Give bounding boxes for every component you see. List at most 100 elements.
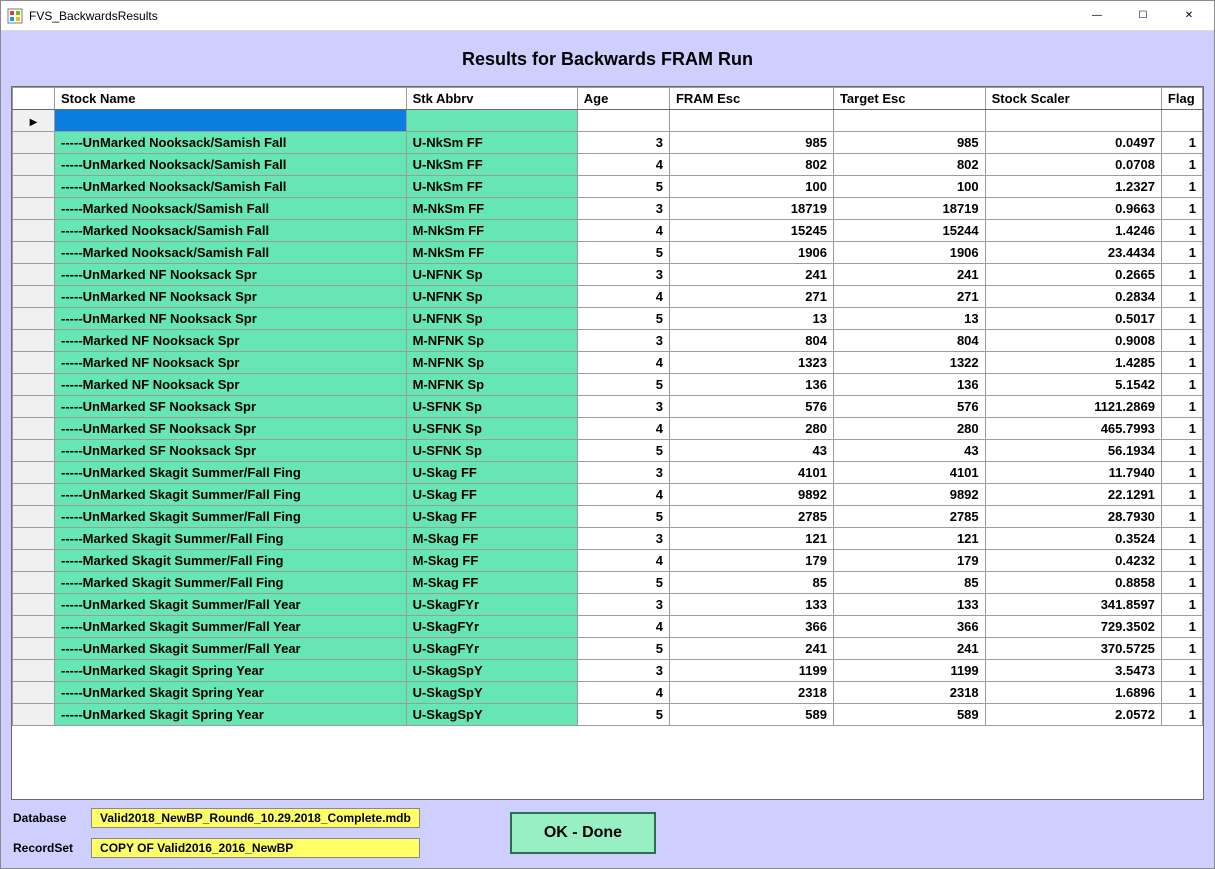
cell-stk-abbrv[interactable]: M-NkSm FF xyxy=(406,220,577,242)
close-button[interactable]: ✕ xyxy=(1166,1,1212,30)
cell-stock-scaler[interactable]: 729.3502 xyxy=(985,616,1161,638)
row-header[interactable] xyxy=(13,374,55,396)
cell-stk-abbrv[interactable]: M-NFNK Sp xyxy=(406,374,577,396)
cell-stk-abbrv[interactable]: U-Skag FF xyxy=(406,506,577,528)
cell-flag[interactable]: 1 xyxy=(1161,352,1202,374)
cell-age[interactable]: 5 xyxy=(577,638,669,660)
cell-flag[interactable]: 1 xyxy=(1161,396,1202,418)
cell-stock-name[interactable]: -----UnMarked Skagit Summer/Fall Year xyxy=(55,638,407,660)
cell-stock-name[interactable]: -----Marked Skagit Summer/Fall Fing xyxy=(55,550,407,572)
cell-flag[interactable]: 1 xyxy=(1161,550,1202,572)
col-stock-scaler[interactable]: Stock Scaler xyxy=(985,88,1161,110)
cell-stock-scaler[interactable]: 465.7993 xyxy=(985,418,1161,440)
row-header[interactable] xyxy=(13,704,55,726)
cell-stock-scaler[interactable]: 0.2834 xyxy=(985,286,1161,308)
row-header[interactable] xyxy=(13,198,55,220)
cell-stk-abbrv[interactable]: U-NFNK Sp xyxy=(406,264,577,286)
cell-age[interactable]: 5 xyxy=(577,308,669,330)
cell-target-esc[interactable]: 4101 xyxy=(833,462,985,484)
cell-target-esc[interactable]: 241 xyxy=(833,638,985,660)
cell-age[interactable]: 3 xyxy=(577,528,669,550)
cell-stock-scaler[interactable]: 0.9663 xyxy=(985,198,1161,220)
cell-age[interactable]: 4 xyxy=(577,682,669,704)
cell-fram-esc[interactable]: 13 xyxy=(669,308,833,330)
row-header[interactable] xyxy=(13,616,55,638)
cell-fram-esc[interactable]: 121 xyxy=(669,528,833,550)
table-row[interactable]: -----UnMarked Skagit Summer/Fall YearU-S… xyxy=(13,616,1203,638)
row-header[interactable] xyxy=(13,396,55,418)
cell-stock-name[interactable]: -----Marked NF Nooksack Spr xyxy=(55,330,407,352)
table-row[interactable]: -----UnMarked Skagit Spring YearU-SkagSp… xyxy=(13,660,1203,682)
cell-stock-name[interactable]: -----UnMarked SF Nooksack Spr xyxy=(55,440,407,462)
cell-fram-esc[interactable]: 2785 xyxy=(669,506,833,528)
row-header[interactable] xyxy=(13,506,55,528)
cell-age[interactable]: 3 xyxy=(577,198,669,220)
cell-fram-esc[interactable]: 2318 xyxy=(669,682,833,704)
cell-age[interactable]: 5 xyxy=(577,176,669,198)
row-header[interactable] xyxy=(13,440,55,462)
cell-fram-esc[interactable]: 4101 xyxy=(669,462,833,484)
cell-fram-esc[interactable]: 802 xyxy=(669,154,833,176)
cell-stock-scaler[interactable]: 11.7940 xyxy=(985,462,1161,484)
cell-age[interactable]: 3 xyxy=(577,660,669,682)
cell-stock-name[interactable]: -----UnMarked SF Nooksack Spr xyxy=(55,396,407,418)
cell-stock-scaler[interactable]: 0.2665 xyxy=(985,264,1161,286)
cell-target-esc[interactable]: 43 xyxy=(833,440,985,462)
cell-flag[interactable]: 1 xyxy=(1161,154,1202,176)
cell-fram-esc[interactable]: 1199 xyxy=(669,660,833,682)
table-row[interactable]: -----Marked Nooksack/Samish FallM-NkSm F… xyxy=(13,242,1203,264)
table-row[interactable] xyxy=(13,110,1203,132)
row-header[interactable] xyxy=(13,462,55,484)
table-row[interactable]: -----UnMarked Skagit Summer/Fall YearU-S… xyxy=(13,594,1203,616)
cell-age[interactable]: 3 xyxy=(577,264,669,286)
table-row[interactable]: -----Marked NF Nooksack SprM-NFNK Sp4132… xyxy=(13,352,1203,374)
cell-stk-abbrv[interactable]: U-SkagSpY xyxy=(406,704,577,726)
cell-stock-name[interactable]: -----UnMarked Skagit Summer/Fall Fing xyxy=(55,462,407,484)
cell-fram-esc[interactable]: 133 xyxy=(669,594,833,616)
cell-target-esc[interactable]: 1199 xyxy=(833,660,985,682)
cell-stock-name[interactable]: -----Marked NF Nooksack Spr xyxy=(55,374,407,396)
cell-age[interactable]: 5 xyxy=(577,704,669,726)
row-header[interactable] xyxy=(13,638,55,660)
cell-flag[interactable]: 1 xyxy=(1161,704,1202,726)
cell-stk-abbrv[interactable]: U-SkagFYr xyxy=(406,616,577,638)
cell-stk-abbrv[interactable] xyxy=(406,110,577,132)
cell-fram-esc[interactable]: 18719 xyxy=(669,198,833,220)
cell-stock-scaler[interactable]: 0.0708 xyxy=(985,154,1161,176)
cell-stk-abbrv[interactable]: M-NFNK Sp xyxy=(406,352,577,374)
cell-flag[interactable]: 1 xyxy=(1161,484,1202,506)
cell-flag[interactable]: 1 xyxy=(1161,132,1202,154)
cell-stock-scaler[interactable]: 0.9008 xyxy=(985,330,1161,352)
table-row[interactable]: -----Marked Nooksack/Samish FallM-NkSm F… xyxy=(13,198,1203,220)
cell-age[interactable]: 3 xyxy=(577,396,669,418)
cell-fram-esc[interactable]: 100 xyxy=(669,176,833,198)
table-row[interactable]: -----UnMarked NF Nooksack SprU-NFNK Sp42… xyxy=(13,286,1203,308)
table-row[interactable]: -----UnMarked Skagit Spring YearU-SkagSp… xyxy=(13,682,1203,704)
cell-stock-name[interactable]: -----UnMarked Nooksack/Samish Fall xyxy=(55,132,407,154)
cell-target-esc[interactable]: 576 xyxy=(833,396,985,418)
table-row[interactable]: -----UnMarked SF Nooksack SprU-SFNK Sp35… xyxy=(13,396,1203,418)
table-row[interactable]: -----UnMarked Skagit Summer/Fall FingU-S… xyxy=(13,484,1203,506)
cell-target-esc[interactable] xyxy=(833,110,985,132)
row-header[interactable] xyxy=(13,418,55,440)
cell-target-esc[interactable]: 2785 xyxy=(833,506,985,528)
cell-target-esc[interactable]: 179 xyxy=(833,550,985,572)
cell-flag[interactable]: 1 xyxy=(1161,308,1202,330)
table-row[interactable]: -----UnMarked Nooksack/Samish FallU-NkSm… xyxy=(13,132,1203,154)
cell-age[interactable]: 5 xyxy=(577,242,669,264)
minimize-button[interactable]: — xyxy=(1074,1,1120,30)
cell-stock-name[interactable]: -----UnMarked Nooksack/Samish Fall xyxy=(55,176,407,198)
cell-stk-abbrv[interactable]: M-Skag FF xyxy=(406,528,577,550)
cell-target-esc[interactable]: 15244 xyxy=(833,220,985,242)
row-header[interactable] xyxy=(13,330,55,352)
cell-stk-abbrv[interactable]: M-Skag FF xyxy=(406,550,577,572)
row-header[interactable] xyxy=(13,594,55,616)
cell-fram-esc[interactable]: 1906 xyxy=(669,242,833,264)
cell-flag[interactable]: 1 xyxy=(1161,242,1202,264)
cell-stk-abbrv[interactable]: U-NFNK Sp xyxy=(406,286,577,308)
cell-stock-scaler[interactable]: 5.1542 xyxy=(985,374,1161,396)
col-stk-abbrv[interactable]: Stk Abbrv xyxy=(406,88,577,110)
cell-flag[interactable]: 1 xyxy=(1161,440,1202,462)
cell-flag[interactable]: 1 xyxy=(1161,660,1202,682)
col-fram-esc[interactable]: FRAM Esc xyxy=(669,88,833,110)
